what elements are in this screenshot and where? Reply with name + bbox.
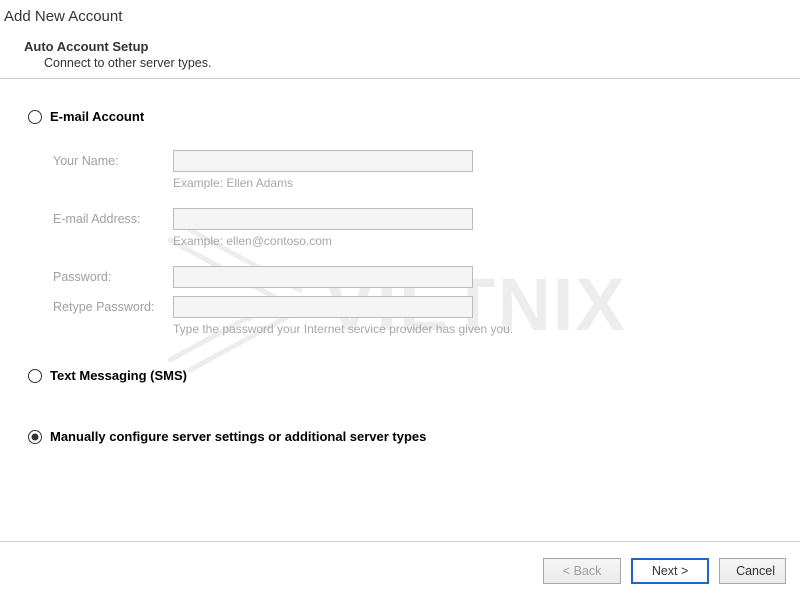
radio-icon — [28, 369, 42, 383]
radio-icon-selected — [28, 430, 42, 444]
your-name-label: Your Name: — [53, 154, 173, 168]
add-account-dialog: VIETNIX Add New Account Auto Account Set… — [0, 0, 800, 600]
field-email: E-mail Address: — [53, 208, 780, 230]
dialog-body: E-mail Account Your Name: Example: Ellen… — [0, 79, 800, 472]
back-button: < Back — [543, 558, 621, 584]
email-form: Your Name: Example: Ellen Adams E-mail A… — [53, 150, 780, 336]
retype-password-input[interactable] — [173, 296, 473, 318]
dialog-footer: < Back Next > Cancel — [0, 541, 800, 600]
field-your-name: Your Name: — [53, 150, 780, 172]
retype-password-label: Retype Password: — [53, 300, 173, 314]
option-sms[interactable]: Text Messaging (SMS) — [28, 368, 780, 383]
email-hint: Example: ellen@contoso.com — [173, 234, 780, 248]
password-input[interactable] — [173, 266, 473, 288]
cancel-button[interactable]: Cancel — [719, 558, 786, 584]
option-email-label: E-mail Account — [50, 109, 144, 124]
email-label: E-mail Address: — [53, 212, 173, 226]
option-manual-label: Manually configure server settings or ad… — [50, 429, 426, 444]
option-sms-label: Text Messaging (SMS) — [50, 368, 187, 383]
password-label: Password: — [53, 270, 173, 284]
email-input[interactable] — [173, 208, 473, 230]
section-title: Auto Account Setup — [24, 39, 796, 54]
option-email-account[interactable]: E-mail Account — [28, 109, 780, 124]
next-button[interactable]: Next > — [631, 558, 709, 584]
field-retype-password: Retype Password: — [53, 296, 780, 318]
field-password: Password: — [53, 266, 780, 288]
window-title: Add New Account — [4, 8, 796, 25]
section-subtitle: Connect to other server types. — [44, 56, 796, 70]
radio-icon — [28, 110, 42, 124]
your-name-input[interactable] — [173, 150, 473, 172]
your-name-hint: Example: Ellen Adams — [173, 176, 780, 190]
dialog-header: Add New Account Auto Account Setup Conne… — [0, 0, 800, 70]
password-hint: Type the password your Internet service … — [173, 322, 780, 336]
option-manual-config[interactable]: Manually configure server settings or ad… — [28, 429, 780, 444]
